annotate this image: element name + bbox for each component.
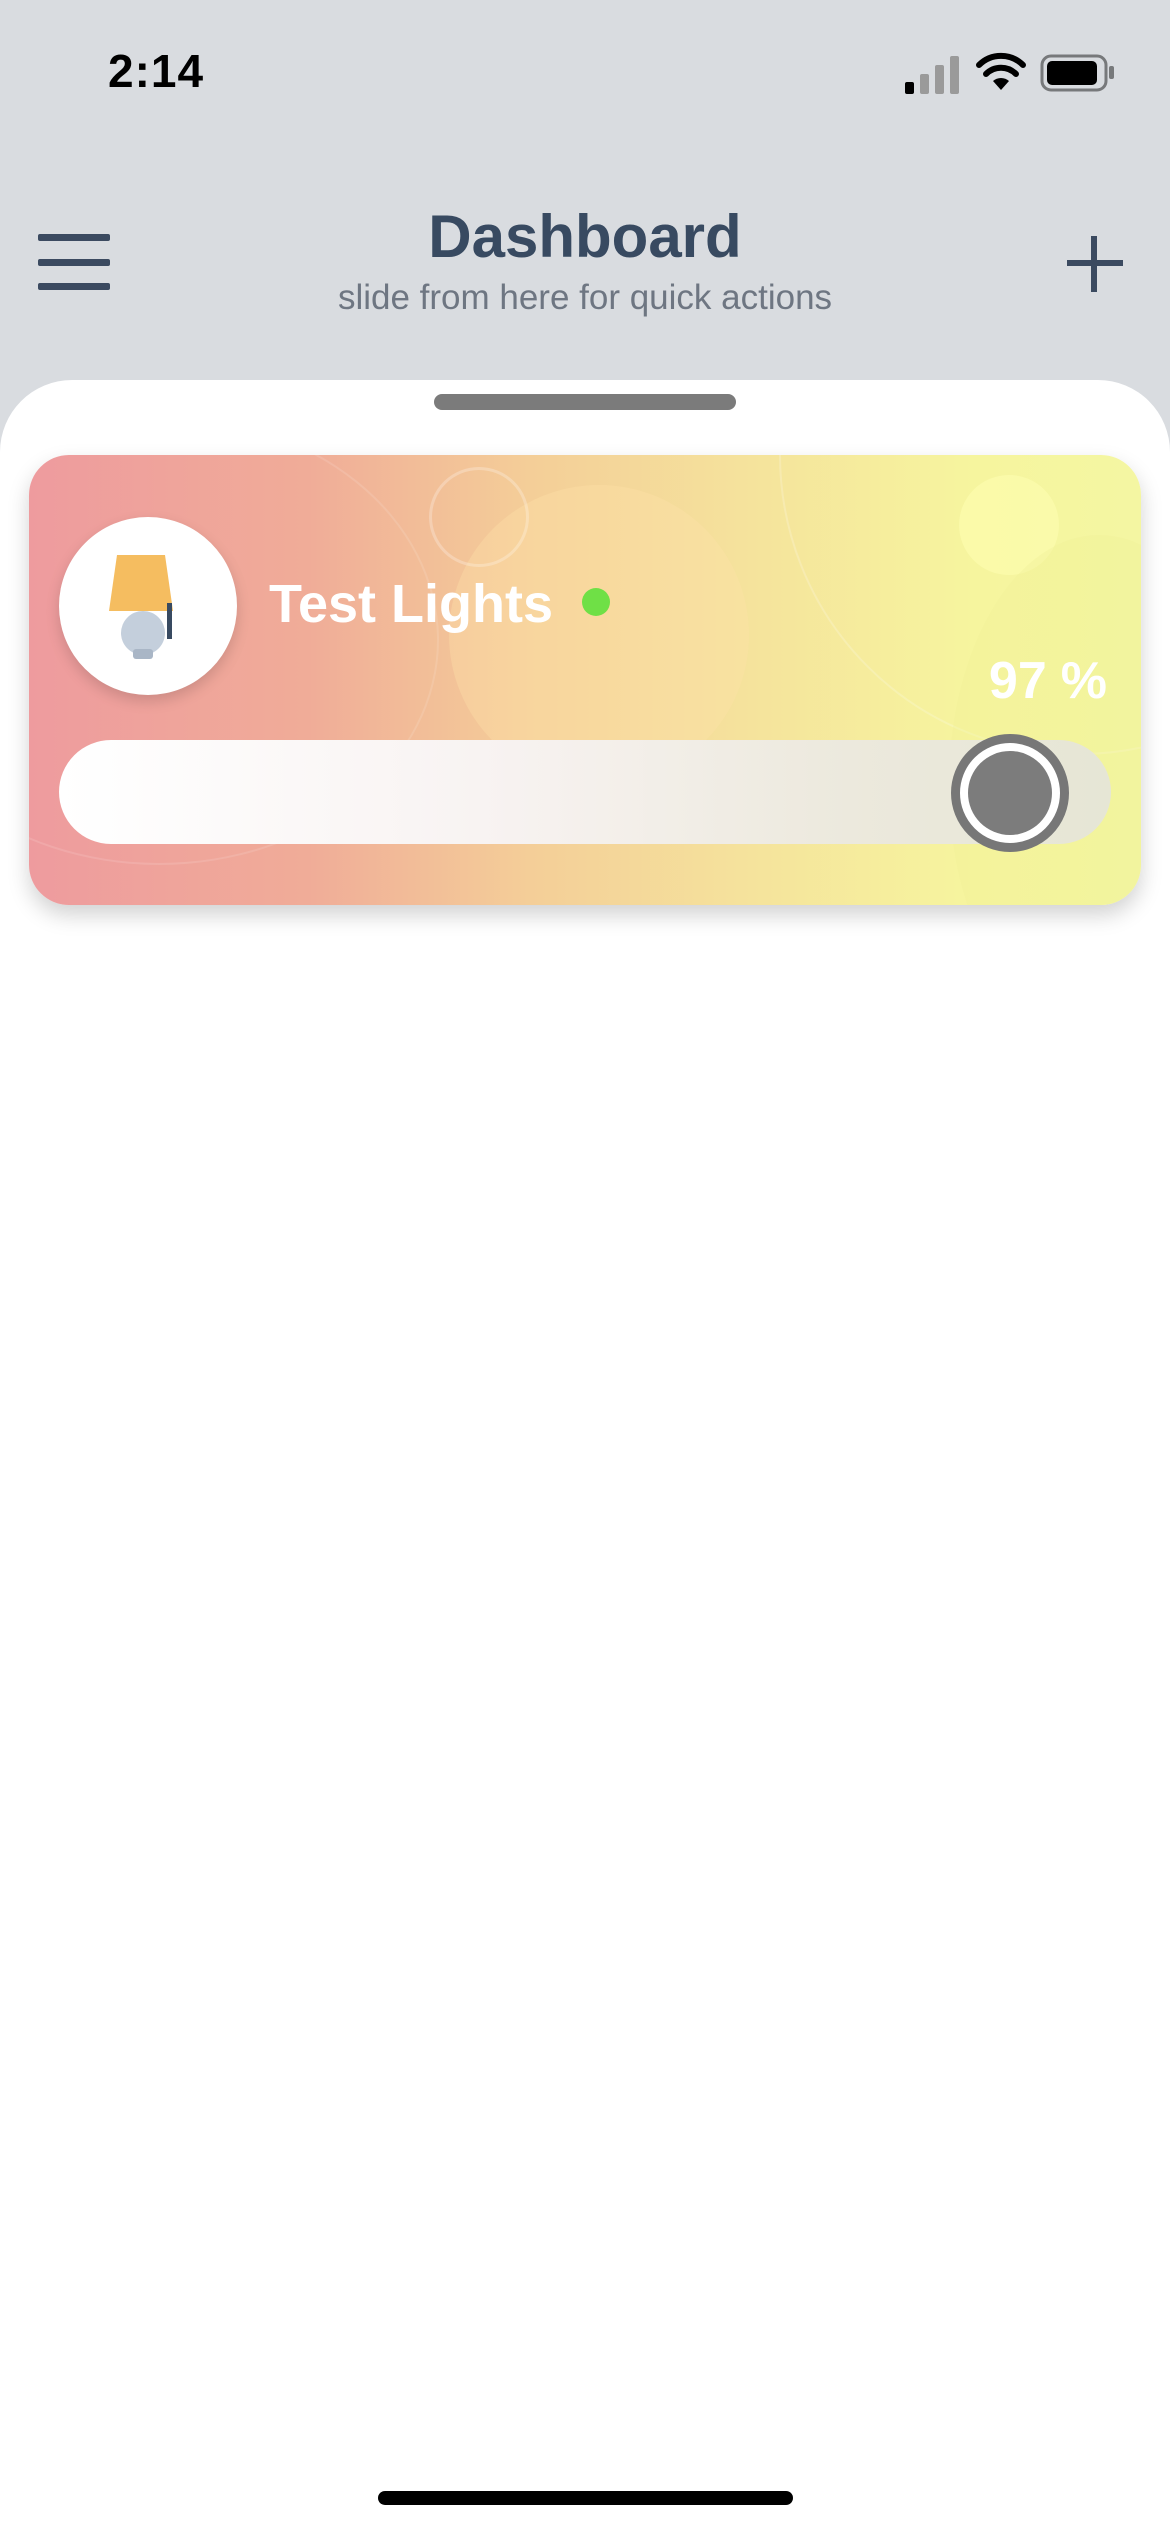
home-indicator[interactable]	[378, 2491, 793, 2505]
brightness-readout: 97%	[897, 651, 1107, 711]
battery-icon	[1040, 54, 1114, 92]
page-title: Dashboard	[428, 203, 742, 270]
device-name: Test Lights	[269, 574, 554, 634]
table-lamp-icon	[109, 555, 173, 659]
wifi-icon	[976, 52, 1026, 90]
device-icon-container	[59, 517, 237, 695]
sheet-grabber-handle[interactable]	[434, 394, 736, 410]
brightness-slider-thumb[interactable]	[951, 734, 1069, 852]
add-device-button[interactable]	[1065, 234, 1125, 294]
header: Dashboard slide from here for quick acti…	[0, 190, 1170, 340]
device-card[interactable]: Test Lights 97%	[29, 455, 1141, 905]
cellular-signal-icon	[905, 56, 959, 94]
online-status-dot	[582, 588, 610, 616]
brightness-unit: %	[1060, 652, 1107, 710]
brightness-value: 97	[988, 652, 1047, 710]
status-time: 2:14	[108, 45, 205, 97]
page-subtitle: slide from here for quick actions	[337, 278, 833, 317]
dashboard-sheet: Test Lights 97%	[0, 380, 1170, 2532]
status-bar: 2:14	[0, 0, 1170, 140]
brightness-slider[interactable]	[59, 734, 1111, 852]
